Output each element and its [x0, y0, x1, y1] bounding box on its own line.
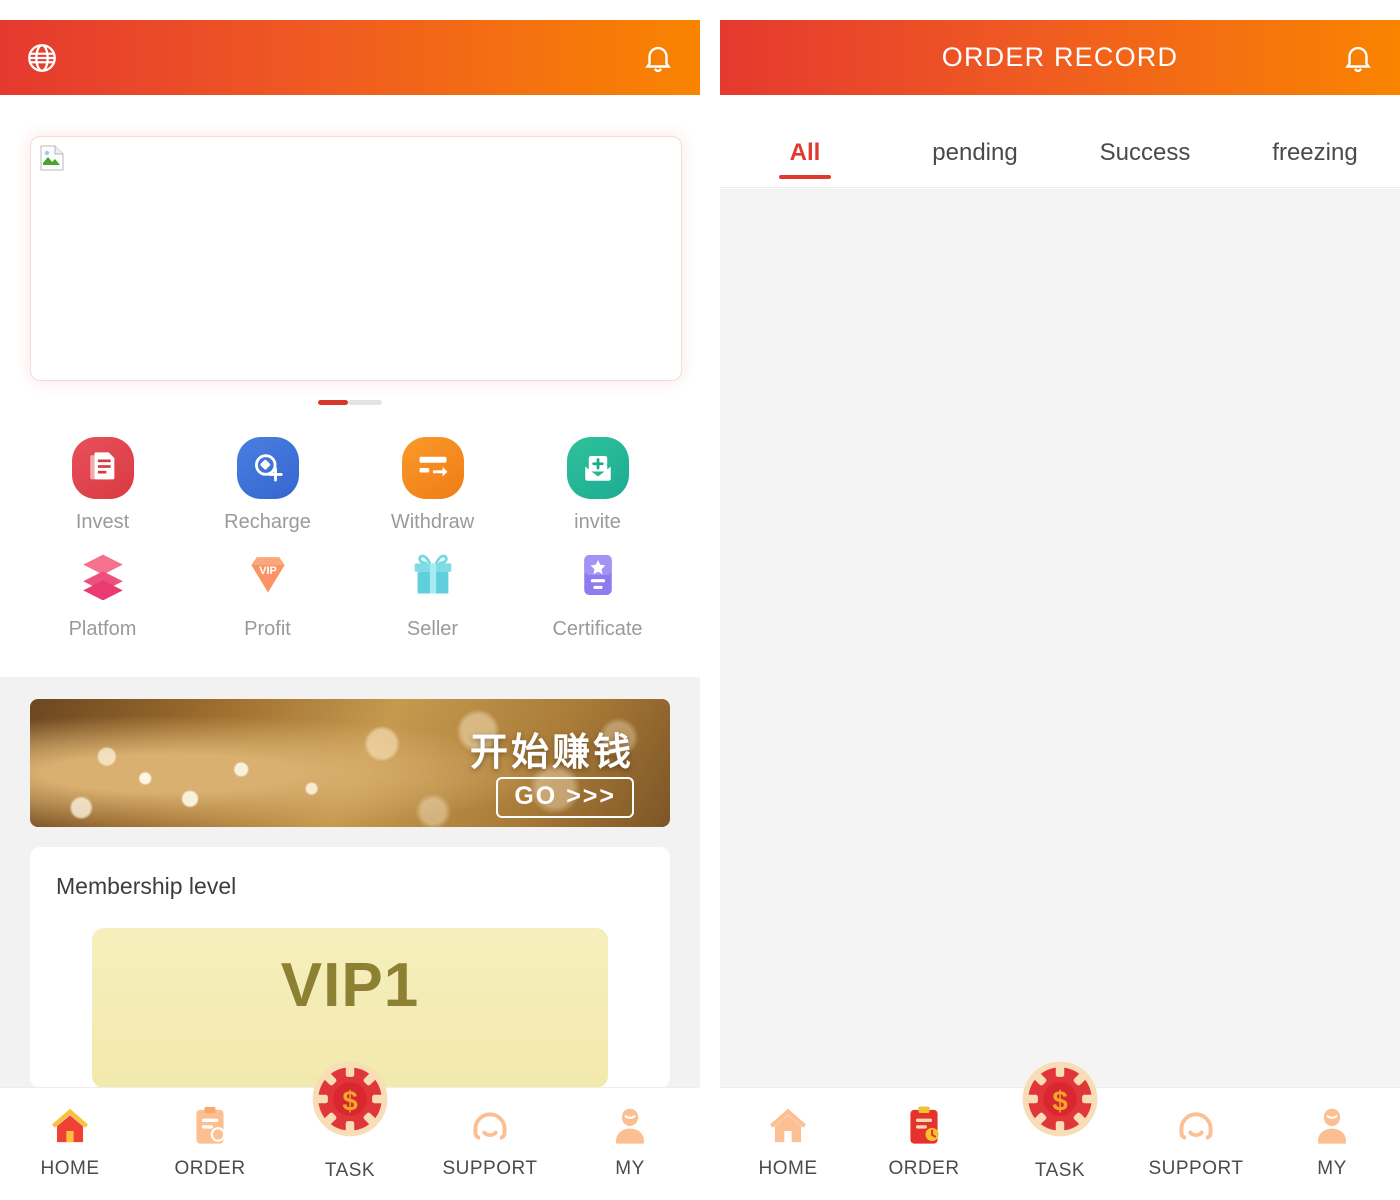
home-panel: Invest Recharge Withdraw invite Platfom …: [0, 0, 700, 1200]
tab-freezing[interactable]: freezing: [1230, 118, 1400, 187]
shortcut-label: Recharge: [224, 511, 311, 533]
tab-success[interactable]: Success: [1060, 118, 1230, 187]
tabbar-label: HOME: [40, 1158, 100, 1179]
order-appbar: ORDER RECORD: [720, 20, 1400, 95]
clipboard-icon: [188, 1100, 232, 1152]
order-list-empty: [720, 189, 1400, 1087]
svg-text:$: $: [1052, 1085, 1067, 1116]
tabbar-label: MY: [615, 1158, 645, 1179]
carousel-dot[interactable]: [348, 400, 382, 405]
home-appbar: [0, 20, 700, 95]
bottom-tabbar-right: HOME ORDER $ TASK SUPPORT MY: [720, 1061, 1400, 1200]
shortcut-grid: Invest Recharge Withdraw invite Platfom …: [0, 425, 700, 659]
globe-icon[interactable]: [22, 38, 62, 78]
tabbar-item-order[interactable]: ORDER: [140, 1088, 280, 1180]
tab-label: freezing: [1272, 138, 1358, 166]
shortcut-label: Seller: [406, 618, 459, 640]
envelope-invite-icon: [566, 437, 629, 499]
tab-pending[interactable]: pending: [890, 118, 1060, 187]
gift-seller-icon: [402, 544, 464, 606]
order-filter-tabs: All pending Success freezing: [720, 118, 1400, 188]
svg-text:$: $: [342, 1085, 357, 1116]
user-icon: [608, 1100, 652, 1152]
carousel[interactable]: [0, 118, 700, 418]
tabbar-label: HOME: [758, 1158, 818, 1179]
earn-money-banner[interactable]: 开始赚钱 GO >>>: [30, 699, 670, 827]
tab-label: pending: [932, 138, 1018, 166]
coin-chip-icon: $: [311, 1060, 389, 1138]
recharge-plus-icon: [236, 437, 299, 499]
shortcut-withdraw[interactable]: Withdraw: [350, 437, 515, 534]
certificate-badge-icon: [567, 544, 629, 606]
tabbar-item-support[interactable]: SUPPORT: [420, 1088, 560, 1180]
tabbar-label: SUPPORT: [1148, 1158, 1244, 1179]
shortcut-invest[interactable]: Invest: [20, 437, 185, 534]
layers-platform-icon: [72, 544, 134, 606]
dual-screenshot-container: Invest Recharge Withdraw invite Platfom …: [0, 0, 1400, 1200]
shortcut-invite[interactable]: invite: [515, 437, 680, 534]
shortcut-platform[interactable]: Platfom: [20, 544, 185, 641]
bell-icon[interactable]: [638, 38, 678, 78]
tabbar-label: TASK: [1034, 1160, 1086, 1181]
shortcut-label: Withdraw: [390, 511, 475, 533]
clipboard-icon: [902, 1100, 946, 1152]
shortcut-recharge[interactable]: Recharge: [185, 437, 350, 534]
svg-text:VIP: VIP: [259, 565, 276, 577]
tabbar-item-task[interactable]: $ TASK: [992, 1061, 1128, 1182]
membership-title: Membership level: [56, 873, 237, 899]
banner-headline: 开始赚钱: [469, 732, 634, 774]
tabbar-item-my[interactable]: MY: [560, 1088, 700, 1180]
card-withdraw-icon: [401, 437, 464, 499]
tabbar-label: ORDER: [174, 1158, 246, 1179]
tabbar-label: SUPPORT: [442, 1158, 538, 1179]
document-invest-icon: [71, 437, 134, 499]
tabbar-item-order[interactable]: ORDER: [856, 1088, 992, 1180]
bottom-tabbar-left: HOME ORDER $ TASK SUPPORT MY: [0, 1061, 700, 1200]
home-icon: [47, 1100, 93, 1152]
user-icon: [1310, 1100, 1354, 1152]
tab-all[interactable]: All: [720, 118, 890, 187]
tabbar-item-support[interactable]: SUPPORT: [1128, 1088, 1264, 1180]
headset-icon: [1173, 1100, 1219, 1152]
order-record-panel: ORDER RECORD All pending Success freezin…: [700, 0, 1400, 1200]
shortcut-label: Certificate: [552, 618, 643, 640]
tabbar-item-home[interactable]: HOME: [0, 1088, 140, 1180]
shortcut-label: invite: [574, 511, 621, 533]
home-icon: [765, 1100, 811, 1152]
shortcut-label: Profit: [244, 618, 291, 640]
tab-label: Success: [1099, 138, 1191, 166]
shortcut-profit[interactable]: VIP Profit: [185, 544, 350, 641]
tabbar-label: ORDER: [888, 1158, 960, 1179]
tab-label: All: [789, 138, 821, 166]
carousel-dots[interactable]: [0, 400, 700, 405]
tabbar-label: MY: [1317, 1158, 1347, 1179]
bell-icon[interactable]: [1338, 38, 1378, 78]
shortcut-label: Invest: [75, 511, 130, 533]
carousel-slide[interactable]: [30, 136, 682, 381]
tabbar-item-task[interactable]: $ TASK: [280, 1061, 420, 1182]
banner-go-button[interactable]: GO >>>: [496, 777, 634, 818]
tabbar-item-my[interactable]: MY: [1264, 1088, 1400, 1180]
membership-card: Membership level VIP1: [30, 847, 670, 1088]
coin-chip-icon: $: [1021, 1060, 1099, 1138]
shortcut-seller[interactable]: Seller: [350, 544, 515, 641]
tabbar-item-home[interactable]: HOME: [720, 1088, 856, 1180]
carousel-dot-active[interactable]: [318, 400, 348, 405]
broken-image-icon: [39, 145, 65, 171]
page-title: ORDER RECORD: [941, 42, 1179, 72]
shortcut-label: Platfom: [68, 618, 137, 640]
tabbar-label: TASK: [324, 1160, 376, 1181]
vip-level-label: VIP1: [280, 951, 420, 1020]
shortcut-certificate[interactable]: Certificate: [515, 544, 680, 641]
headset-icon: [467, 1100, 513, 1152]
vip-diamond-icon: VIP: [237, 544, 299, 606]
